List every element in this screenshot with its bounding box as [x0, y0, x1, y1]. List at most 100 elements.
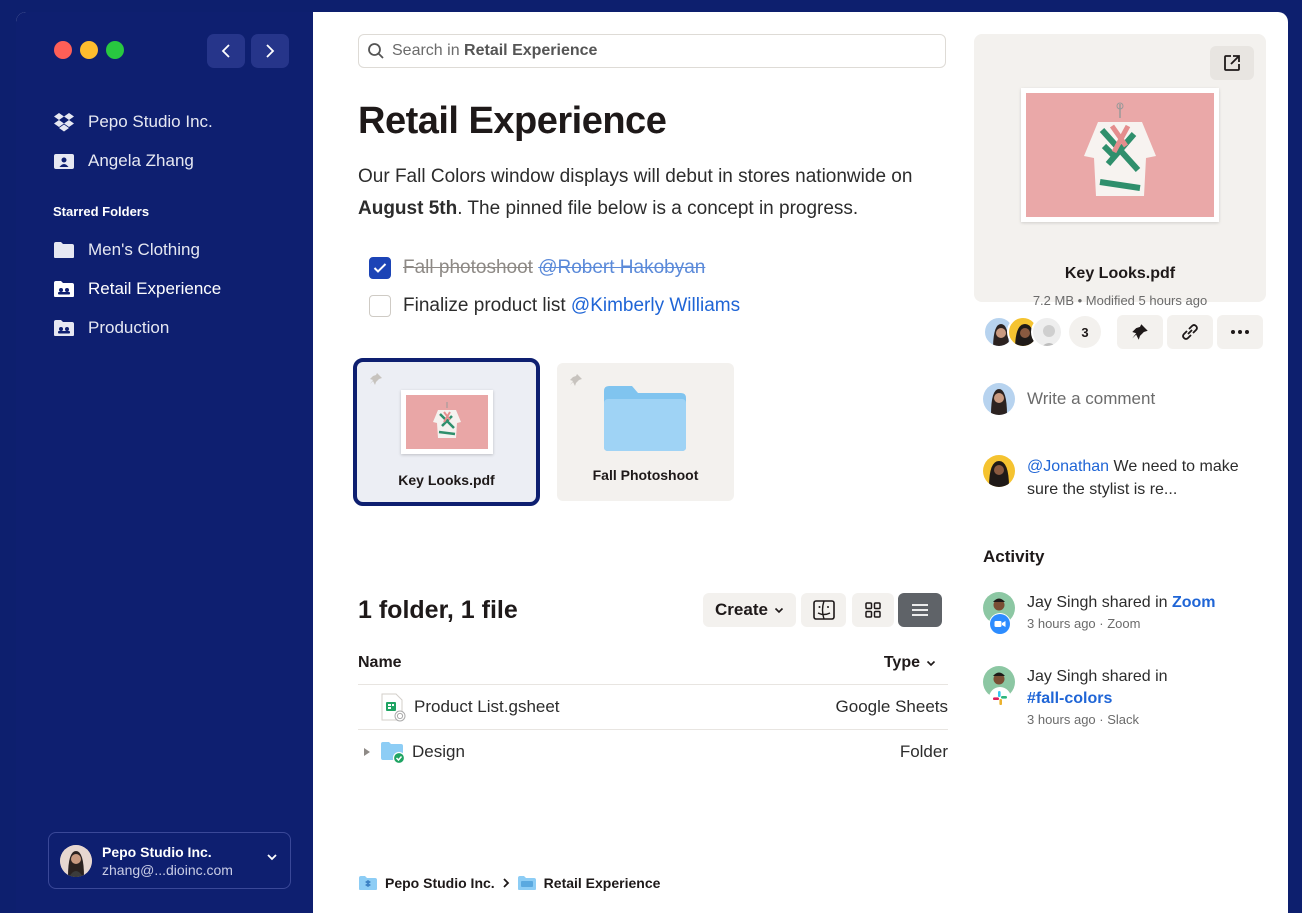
page-title: Retail Experience	[358, 100, 667, 142]
pinned-folder-tile[interactable]: Fall Photoshoot	[557, 363, 734, 501]
sidebar: Pepo Studio Inc. Angela Zhang Starred Fo…	[16, 12, 313, 913]
avatar	[983, 592, 1015, 635]
comment-input[interactable]: Write a comment	[983, 383, 1155, 415]
task-item: Fall photoshoot @Robert Hakobyan	[369, 257, 705, 279]
comment[interactable]: @Jonathan We need to make sure the styli…	[983, 455, 1267, 501]
link-icon	[1182, 324, 1198, 340]
folder-icon	[604, 386, 686, 451]
forward-button[interactable]	[251, 34, 289, 68]
close-window-button[interactable]	[54, 41, 72, 59]
breadcrumb-item[interactable]: Retail Experience	[544, 875, 661, 891]
avatar	[983, 666, 1015, 709]
avatar	[983, 383, 1015, 415]
team-folder-icon	[359, 876, 377, 890]
more-options-button[interactable]	[1217, 315, 1263, 349]
checkmark-icon	[373, 263, 387, 273]
column-name[interactable]: Name	[358, 654, 402, 672]
finder-icon	[812, 600, 835, 620]
chevron-left-icon	[221, 44, 230, 58]
account-name: Pepo Studio Inc.	[102, 843, 212, 860]
sidebar-item-label: Angela Zhang	[88, 151, 194, 170]
open-external-button[interactable]	[1210, 46, 1254, 80]
sidebar-item-production[interactable]: Production	[53, 316, 169, 340]
column-type[interactable]: Type	[884, 654, 936, 672]
activity-text: Jay Singh shared in	[1027, 668, 1168, 685]
activity-text: Jay Singh shared in Zoom	[1027, 594, 1216, 611]
activity-heading: Activity	[983, 547, 1045, 566]
shared-folder-icon	[53, 318, 75, 338]
user-mention[interactable]: @Kimberly Williams	[571, 295, 740, 316]
search-input[interactable]: Search in Retail Experience	[358, 34, 946, 68]
more-icon	[1231, 330, 1249, 334]
grid-icon	[865, 602, 881, 618]
window-controls	[54, 41, 124, 59]
task-checkbox[interactable]	[369, 257, 391, 279]
avatar	[1031, 316, 1063, 348]
grid-view-button[interactable]	[852, 593, 894, 627]
back-button[interactable]	[207, 34, 245, 68]
chevron-down-icon	[774, 607, 784, 613]
open-external-icon	[1224, 55, 1240, 71]
user-mention[interactable]: @Jonathan	[1027, 458, 1109, 475]
zoom-icon	[989, 613, 1011, 635]
folder-description[interactable]: Our Fall Colors window displays will deb…	[358, 161, 958, 225]
search-prefix: Search in	[392, 42, 460, 59]
sidebar-item-mens-clothing[interactable]: Men's Clothing	[53, 238, 200, 262]
breadcrumb-item[interactable]: Pepo Studio Inc.	[385, 875, 495, 891]
table-row[interactable]: Product List.gsheet Google Sheets	[358, 684, 948, 729]
shared-folder-icon	[53, 279, 75, 299]
avatar	[983, 455, 1015, 487]
finder-view-button[interactable]	[801, 593, 846, 627]
avatar	[60, 844, 92, 877]
account-email: zhang@...dioinc.com	[102, 861, 233, 878]
tile-label: Key Looks.pdf	[398, 472, 495, 488]
copy-link-button[interactable]	[1167, 315, 1213, 349]
pin-icon	[570, 374, 582, 386]
slack-icon	[989, 687, 1011, 709]
activity-item[interactable]: Jay Singh shared in #fall-colors 3 hours…	[983, 666, 1168, 727]
folder-name: Design	[412, 742, 465, 761]
activity-link[interactable]: #fall-colors	[1027, 690, 1112, 707]
task-checkbox[interactable]	[369, 295, 391, 317]
file-preview-card[interactable]: Key Looks.pdf 7.2 MB • Modified 5 hours …	[974, 34, 1266, 308]
list-view-button[interactable]	[898, 593, 942, 627]
account-switcher[interactable]: Pepo Studio Inc. zhang@...dioinc.com	[48, 832, 291, 889]
activity-item[interactable]: Jay Singh shared in Zoom 3 hours ago · Z…	[983, 592, 1216, 635]
pinned-file-tile[interactable]: Key Looks.pdf	[353, 358, 540, 506]
pin-button[interactable]	[1117, 315, 1163, 349]
folder-icon	[517, 876, 536, 890]
starred-heading: Starred Folders	[53, 204, 150, 219]
sidebar-item-user[interactable]: Angela Zhang	[53, 149, 194, 173]
sidebar-item-label: Pepo Studio Inc.	[88, 112, 213, 131]
activity-link[interactable]: Zoom	[1172, 594, 1216, 611]
file-name: Product List.gsheet	[414, 697, 560, 716]
chevron-down-icon	[267, 854, 277, 861]
synced-folder-icon	[381, 742, 406, 764]
file-thumbnail	[401, 390, 493, 454]
viewer-count: 3	[1069, 316, 1101, 348]
sidebar-item-team[interactable]: Pepo Studio Inc.	[53, 110, 213, 134]
chevron-down-icon	[926, 660, 936, 666]
table-header: Name Type	[358, 654, 948, 672]
create-button[interactable]: Create	[703, 593, 796, 627]
breadcrumb: Pepo Studio Inc. Retail Experience	[358, 875, 660, 891]
sidebar-item-label: Retail Experience	[88, 279, 222, 298]
main-content: Search in Retail Experience Retail Exper…	[313, 12, 971, 913]
file-type: Folder	[899, 742, 948, 761]
comment-placeholder: Write a comment	[1027, 389, 1156, 408]
activity-meta: 3 hours ago · Zoom	[1027, 616, 1141, 631]
file-type: Google Sheets	[835, 697, 948, 716]
user-mention[interactable]: @Robert Hakobyan	[538, 257, 705, 278]
file-name: Key Looks.pdf	[1064, 265, 1176, 282]
zoom-window-button[interactable]	[106, 41, 124, 59]
minimize-window-button[interactable]	[80, 41, 98, 59]
expand-arrow-icon[interactable]	[362, 747, 372, 757]
app-window: Pepo Studio Inc. Angela Zhang Starred Fo…	[16, 12, 1288, 913]
table-row[interactable]: Design Folder	[358, 729, 948, 774]
task-item: Finalize product list @Kimberly Williams	[369, 295, 740, 317]
person-folder-icon	[53, 151, 75, 171]
chevron-right-icon	[266, 44, 275, 58]
sidebar-item-retail-experience[interactable]: Retail Experience	[53, 277, 221, 301]
search-icon	[368, 43, 384, 59]
viewers[interactable]: 3	[983, 316, 1101, 348]
